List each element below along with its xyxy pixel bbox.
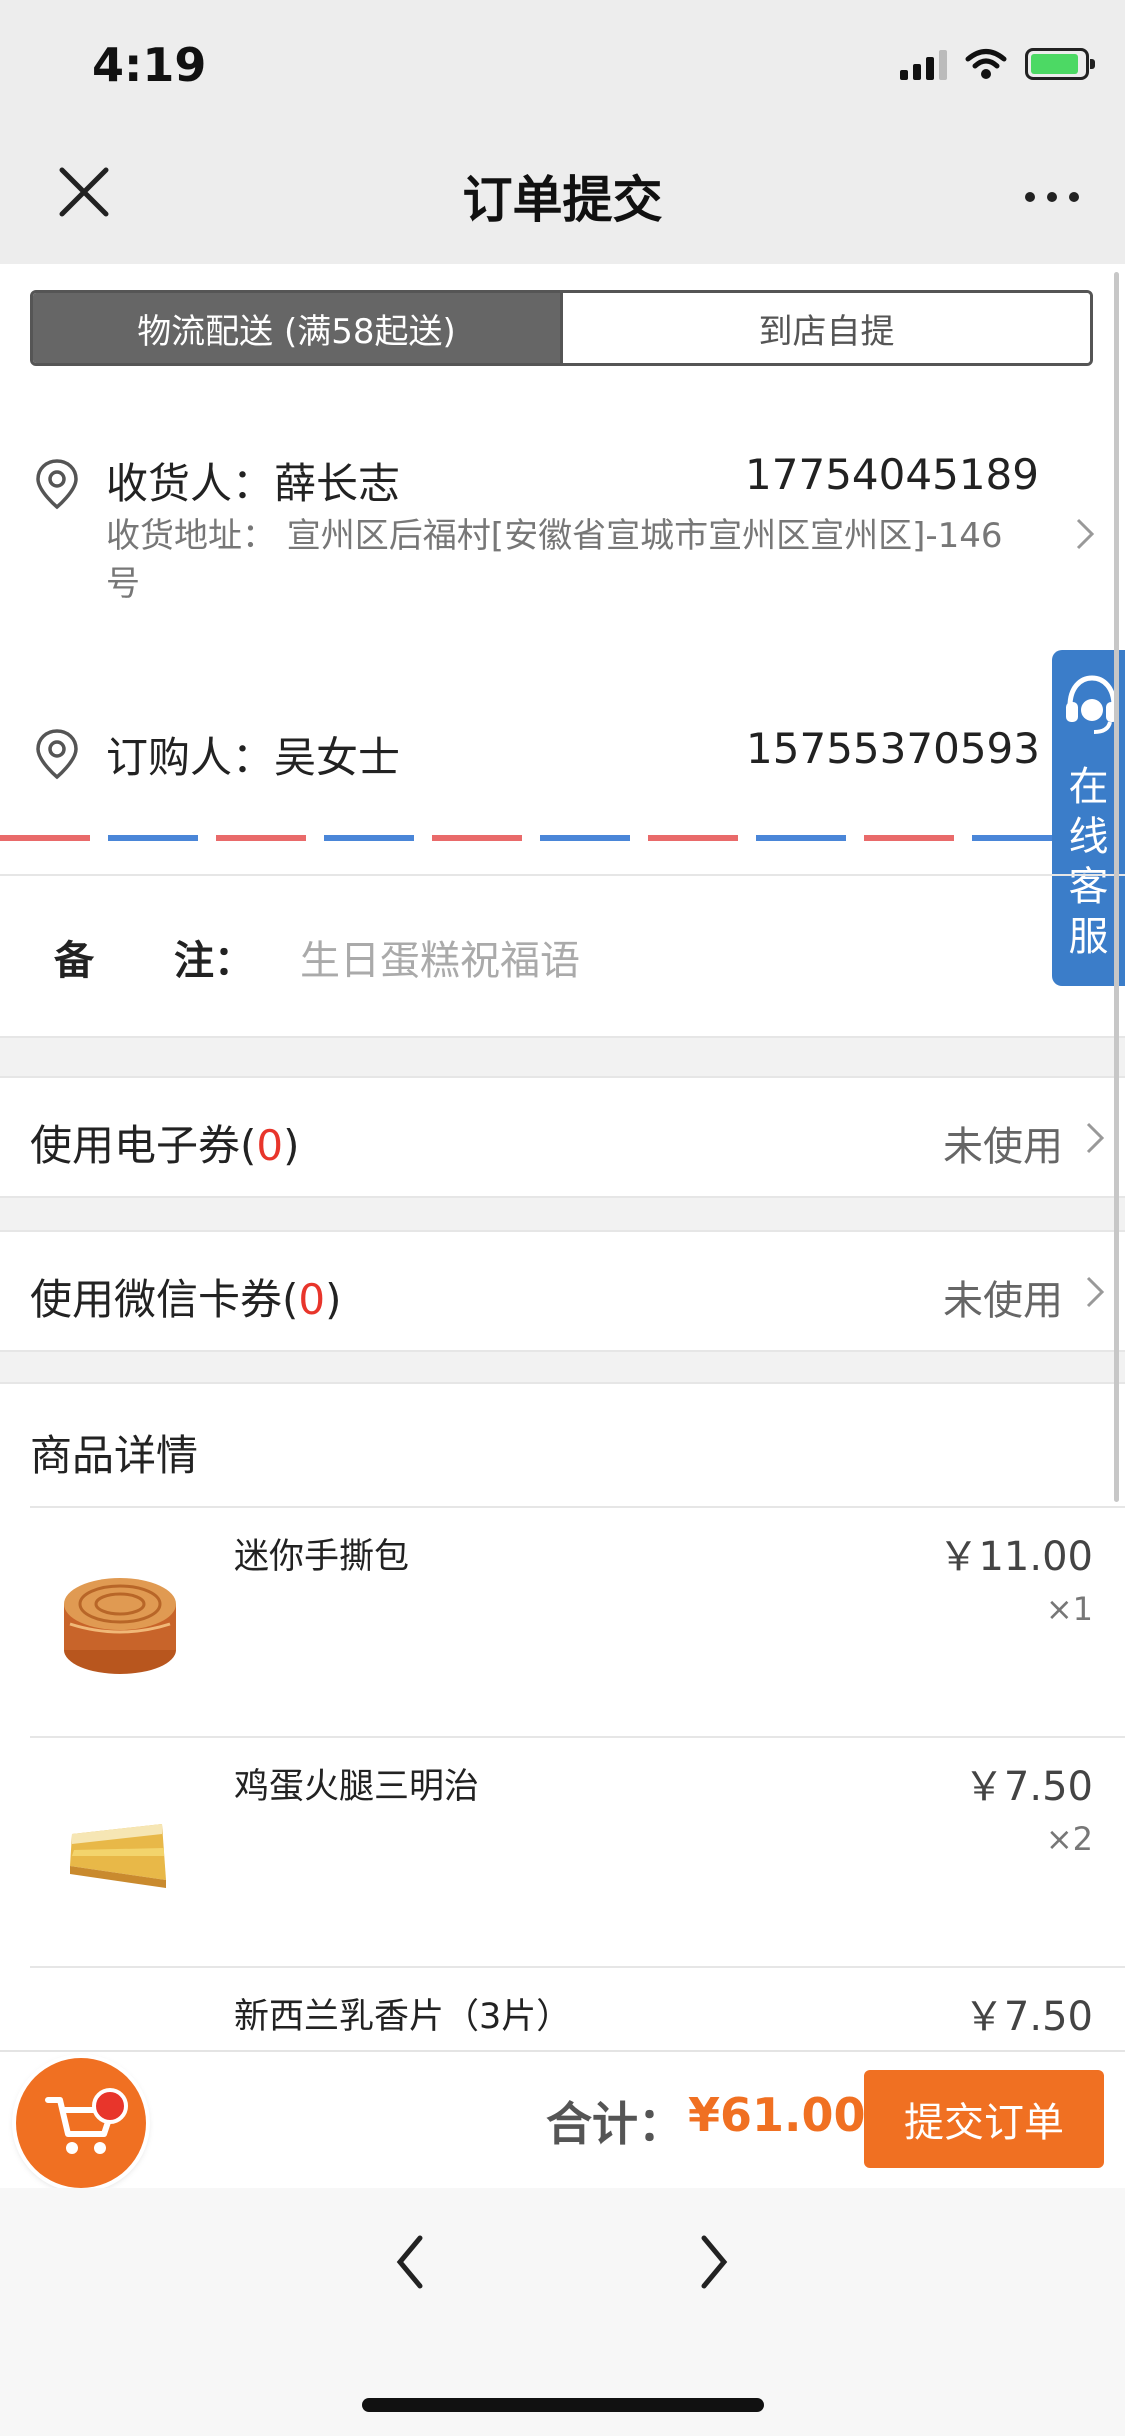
- recipient-address-cont: 号: [106, 564, 140, 604]
- status-time: 4:19: [92, 38, 207, 92]
- home-indicator: [362, 2398, 764, 2412]
- product-image-egg-ham-sandwich: [70, 1824, 166, 1888]
- e-coupon-status: 未使用: [943, 1124, 1063, 1170]
- chevron-right-icon: [1086, 1122, 1105, 1154]
- wechat-coupon-label: 使用微信卡券(0): [30, 1275, 342, 1324]
- page-title: 订单提交: [462, 171, 663, 229]
- back-arrow-icon[interactable]: [392, 2232, 428, 2292]
- product-details-header: 商品详情: [30, 1431, 199, 1480]
- cart-badge: [92, 2088, 128, 2124]
- product-quantity: ×1: [1045, 1590, 1093, 1628]
- e-coupon-row[interactable]: 使用电子券(0) 未使用: [0, 1078, 1125, 1196]
- remark-label: 备 注：: [54, 938, 254, 984]
- product-quantity: ×2: [1045, 1820, 1093, 1858]
- submit-order-button[interactable]: 提交订单: [864, 2070, 1104, 2168]
- section-gap: [0, 1352, 1125, 1382]
- scrollbar[interactable]: [1114, 272, 1119, 1502]
- remark-row: 备 注： 生日蛋糕祝福语: [0, 876, 1050, 1036]
- cellular-signal-icon: [900, 48, 947, 80]
- wechat-coupon-row[interactable]: 使用微信卡券(0) 未使用: [0, 1232, 1125, 1350]
- orderer-name: 订购人：吴女士: [106, 733, 401, 782]
- product-item[interactable]: 新西兰乳香片（3片） ￥7.50: [0, 1968, 1125, 2050]
- product-image-hand-torn-bread: [64, 1578, 176, 1674]
- battery-icon: [1025, 48, 1095, 80]
- tab-store-pickup[interactable]: 到店自提: [560, 293, 1090, 363]
- product-name: 鸡蛋火腿三明治: [234, 1767, 480, 1807]
- tab-logistics-delivery[interactable]: 物流配送 (满58起送): [33, 293, 560, 363]
- section-gap: [0, 1198, 1125, 1230]
- orderer-phone: 15755370593: [746, 724, 1040, 773]
- remark-input[interactable]: 生日蛋糕祝福语: [300, 928, 580, 986]
- wifi-icon: [965, 49, 1007, 79]
- recipient-name: 收货人：薛长志: [106, 459, 401, 508]
- location-pin-icon: [36, 459, 78, 510]
- total-amount: ¥61.00: [688, 2088, 866, 2142]
- product-price: ￥7.50: [963, 1764, 1093, 1810]
- forward-arrow-icon[interactable]: [696, 2232, 732, 2292]
- headset-icon: [1066, 675, 1118, 734]
- order-content: 物流配送 (满58起送) 到店自提 收货人：薛长志 17754045189 收货…: [0, 264, 1125, 2050]
- orderer-row: 订购人：吴女士 15755370593: [0, 704, 1050, 814]
- chevron-right-icon: [1086, 1276, 1105, 1308]
- cart-button[interactable]: [16, 2058, 146, 2188]
- more-icon[interactable]: [1025, 192, 1079, 202]
- product-item[interactable]: 鸡蛋火腿三明治 ￥7.50 ×2: [0, 1738, 1125, 1966]
- product-item[interactable]: 迷你手撕包 ￥11.00 ×1: [0, 1508, 1125, 1736]
- location-pin-icon: [36, 729, 78, 780]
- recipient-row[interactable]: 收货人：薛长志 17754045189 收货地址： 宣州区后福村[安徽省宣城市宣…: [0, 424, 1125, 624]
- product-name: 迷你手撕包: [234, 1537, 410, 1577]
- recipient-address: 收货地址： 宣州区后福村[安徽省宣城市宣州区宣州区]-146: [106, 516, 1003, 556]
- recipient-phone: 17754045189: [745, 450, 1039, 499]
- status-icons: [900, 48, 1095, 80]
- product-price: ￥11.00: [938, 1534, 1093, 1580]
- airmail-divider: [0, 835, 1060, 841]
- section-gap: [0, 1038, 1125, 1076]
- total-label: 合计：: [546, 2097, 684, 2151]
- e-coupon-label: 使用电子券(0): [30, 1121, 300, 1170]
- product-name: 新西兰乳香片（3片）: [234, 1997, 572, 2037]
- delivery-mode-segment: 物流配送 (满58起送) 到店自提: [30, 290, 1093, 366]
- divider: [0, 1382, 1125, 1384]
- product-price: ￥7.50: [963, 1994, 1093, 2040]
- chevron-right-icon: [1076, 518, 1095, 550]
- wechat-coupon-status: 未使用: [943, 1278, 1063, 1324]
